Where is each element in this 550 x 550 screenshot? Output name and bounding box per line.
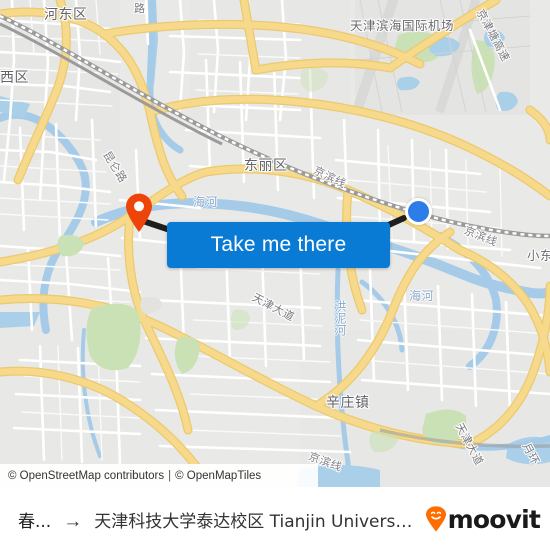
attribution-separator: | <box>168 469 172 482</box>
bottom-route-bar: 春... → 天津科技大学泰达校区 Tianjin University of … <box>0 487 550 550</box>
map-screenshot-root: .road-major { stroke:#f6d98a; stroke-lin… <box>0 0 550 550</box>
map-attribution: © OpenStreetMap contributors | © OpenMap… <box>0 464 318 487</box>
moovit-pin-icon <box>425 506 446 532</box>
destination-dot-marker[interactable] <box>405 198 432 225</box>
route-summary: 春... → 天津科技大学泰达校区 Tianjin University of … <box>18 507 417 532</box>
airport-area <box>353 0 531 115</box>
attribution-osm[interactable]: © OpenStreetMap contributors <box>8 470 164 482</box>
moovit-wordmark: moovit <box>447 504 541 534</box>
destination-label: 天津科技大学泰达校区 Tianjin University of S... <box>94 511 417 532</box>
attribution-openmaptiles[interactable]: © OpenMapTiles <box>175 470 261 482</box>
origin-label: 春... <box>18 511 52 532</box>
take-me-there-button[interactable]: Take me there <box>167 222 390 268</box>
moovit-logo[interactable]: moovit <box>425 504 541 534</box>
arrow-right-icon: → <box>63 510 83 532</box>
map-canvas[interactable]: .road-major { stroke:#f6d98a; stroke-lin… <box>0 0 550 487</box>
